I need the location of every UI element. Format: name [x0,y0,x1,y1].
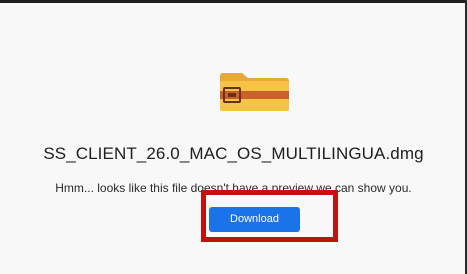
download-button[interactable]: Download [209,207,300,232]
folder-icon [218,72,291,112]
file-preview-pane [0,3,467,274]
file-name: SS_CLIENT_26.0_MAC_OS_MULTILINGUA.dmg [43,144,424,163]
no-preview-message: Hmm... looks like this file doesn't have… [55,181,412,195]
